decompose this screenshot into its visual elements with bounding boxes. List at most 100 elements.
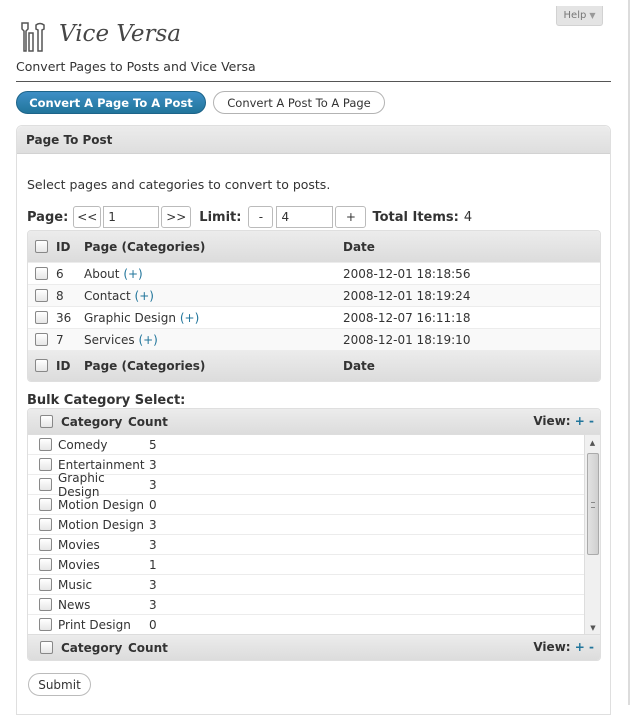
pagination-bar: Page: << 1 >> Limit: - 4 + Total Items: …	[27, 205, 472, 229]
table-row: 8 Contact (+) 2008-12-01 18:19:24	[28, 284, 600, 306]
prev-page-button[interactable]: <<	[73, 206, 102, 228]
pages-table-footer: ID Page (Categories) Date	[28, 350, 600, 381]
show-categories-link[interactable]: (+)	[180, 311, 199, 325]
category-checkbox[interactable]	[39, 518, 52, 531]
category-count: 3	[149, 517, 157, 532]
show-categories-link[interactable]: (+)	[138, 333, 157, 347]
page-checkbox[interactable]	[35, 289, 48, 302]
category-count: 3	[149, 477, 157, 492]
category-checkbox[interactable]	[39, 438, 52, 451]
category-name: Movies	[58, 557, 100, 572]
bulk-category-title: Bulk Category Select:	[27, 393, 186, 408]
category-checkbox[interactable]	[39, 558, 52, 571]
view-controls: View: + -	[533, 414, 594, 428]
tools-icon	[21, 22, 45, 52]
category-count: 3	[149, 457, 157, 472]
table-row: 6 About (+) 2008-12-01 18:18:56	[28, 262, 600, 284]
page-id: 36	[56, 310, 72, 325]
select-all-pages-footer-checkbox[interactable]	[35, 359, 48, 372]
total-items-label: Total Items:	[372, 209, 459, 225]
page-id: 8	[56, 288, 64, 303]
expand-view-button[interactable]: +	[575, 640, 585, 654]
total-items-value: 4	[463, 209, 473, 225]
category-checkbox[interactable]	[39, 598, 52, 611]
scroll-down-icon[interactable]: ▼	[585, 620, 600, 634]
page-name: About	[84, 266, 120, 281]
list-item: Movies 3	[28, 535, 600, 555]
limit-label: Limit:	[199, 209, 242, 225]
select-all-categories-footer-checkbox[interactable]	[40, 641, 53, 654]
category-count: 3	[149, 597, 157, 612]
category-name: Comedy	[58, 437, 108, 452]
category-count: 3	[149, 577, 157, 592]
header-divider	[16, 81, 611, 82]
list-item: Print Design 0	[28, 615, 600, 634]
page-checkbox[interactable]	[35, 333, 48, 346]
category-list[interactable]: Comedy 5 Entertainment 3 Graphic Design 3 M…	[28, 434, 600, 635]
collapse-view-button[interactable]: -	[589, 640, 594, 654]
app-title: Vice Versa	[59, 21, 181, 47]
category-name: Entertainment	[58, 457, 145, 472]
expand-view-button[interactable]: +	[575, 414, 585, 428]
view-controls: View: + -	[533, 640, 594, 654]
page-number-input[interactable]: 1	[103, 206, 160, 228]
category-table: Category Count View: + - Comedy 5 Enterta…	[27, 408, 601, 661]
convert-page-to-post-button[interactable]: Convert A Page To A Post	[16, 91, 206, 114]
list-item: News 3	[28, 595, 600, 615]
category-name: Music	[58, 577, 93, 592]
list-item: Movies 1	[28, 555, 600, 575]
select-all-categories-checkbox[interactable]	[40, 415, 53, 428]
category-checkbox[interactable]	[39, 498, 52, 511]
category-checkbox[interactable]	[39, 458, 52, 471]
view-label: View:	[533, 640, 571, 654]
pages-table: ID Page (Categories) Date 6 About (+) 20…	[27, 230, 601, 382]
limit-decrease-button[interactable]: -	[248, 206, 274, 228]
list-item: Motion Design 0	[28, 495, 600, 515]
column-date: Date	[343, 239, 375, 254]
list-item: Motion Design 3	[28, 515, 600, 535]
app-subtitle: Convert Pages to Posts and Vice Versa	[16, 59, 256, 74]
scrollbar-thumb[interactable]	[587, 453, 599, 555]
panel-title: Page To Post	[17, 126, 610, 154]
page-checkbox[interactable]	[35, 311, 48, 324]
category-count: 1	[149, 557, 157, 572]
list-item: Music 3	[28, 575, 600, 595]
table-row: 7 Services (+) 2008-12-01 18:19:10	[28, 328, 600, 350]
category-checkbox[interactable]	[39, 618, 52, 631]
category-name: Print Design	[58, 617, 131, 632]
page-name: Contact	[84, 288, 131, 303]
limit-increase-button[interactable]: +	[335, 206, 367, 228]
category-checkbox[interactable]	[39, 578, 52, 591]
page-id: 7	[56, 332, 64, 347]
category-name: Motion Design	[58, 517, 144, 532]
next-page-button[interactable]: >>	[161, 206, 192, 228]
pages-table-body: 6 About (+) 2008-12-01 18:18:56 8 Contac…	[28, 262, 600, 350]
category-checkbox[interactable]	[39, 478, 52, 491]
column-count: Count	[128, 640, 168, 655]
help-tab[interactable]: Help ▼	[556, 6, 603, 26]
show-categories-link[interactable]: (+)	[123, 267, 142, 281]
page-to-post-panel: Page To Post Select pages and categories…	[16, 125, 611, 715]
category-count: 3	[149, 537, 157, 552]
collapse-view-button[interactable]: -	[589, 414, 594, 428]
page-date: 2008-12-07 16:11:18	[343, 310, 471, 325]
chevron-down-icon: ▼	[589, 11, 596, 20]
show-categories-link[interactable]: (+)	[135, 289, 154, 303]
list-item: Graphic Design 3	[28, 471, 600, 499]
select-all-pages-checkbox[interactable]	[35, 240, 48, 253]
page-label: Page:	[27, 209, 69, 225]
page-name: Services	[84, 332, 135, 347]
column-category: Category	[61, 414, 123, 429]
page-checkbox[interactable]	[35, 267, 48, 280]
category-count: 5	[149, 437, 157, 452]
convert-post-to-page-button[interactable]: Convert A Post To A Page	[213, 91, 385, 114]
category-scrollbar[interactable]: ▲ ▼	[584, 435, 600, 634]
scroll-up-icon[interactable]: ▲	[585, 435, 600, 451]
category-table-footer: Category Count View: + -	[28, 635, 600, 660]
limit-input[interactable]: 4	[276, 206, 334, 228]
submit-button[interactable]: Submit	[28, 673, 91, 696]
page-date: 2008-12-01 18:19:24	[343, 288, 471, 303]
column-page: Page (Categories)	[84, 239, 206, 254]
column-id: ID	[56, 239, 71, 254]
category-checkbox[interactable]	[39, 538, 52, 551]
